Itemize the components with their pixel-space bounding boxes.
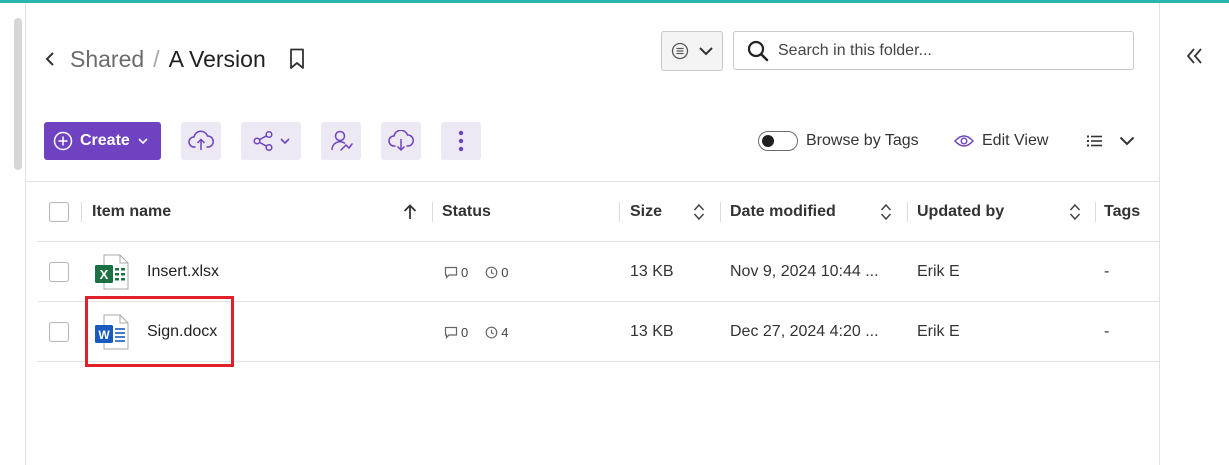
user-signature-icon: [331, 130, 353, 151]
filter-dropdown-button[interactable]: [661, 31, 723, 71]
chevron-down-icon: [699, 46, 713, 55]
breadcrumb-parent-link[interactable]: Shared: [70, 46, 144, 73]
versions-count[interactable]: 0: [485, 265, 508, 280]
view-mode-dropdown[interactable]: [1087, 128, 1135, 154]
column-separator: [81, 202, 82, 222]
more-actions-button[interactable]: [441, 122, 481, 160]
column-separator: [432, 202, 433, 222]
clock-icon: [485, 326, 498, 338]
eye-icon: [954, 135, 974, 147]
versions-count[interactable]: 4: [485, 325, 508, 340]
filter-list-icon: [671, 42, 689, 60]
scrollbar[interactable]: [14, 18, 22, 170]
column-header-size[interactable]: Size: [630, 182, 662, 242]
file-size: 13 KB: [630, 263, 674, 280]
sort-icon: [693, 203, 705, 221]
date-modified: Nov 9, 2024 10:44 ...: [730, 263, 879, 280]
breadcrumb: Shared / A Version: [40, 44, 308, 74]
sort-ascending-button[interactable]: [403, 182, 417, 242]
column-header-item-name[interactable]: Item name: [92, 182, 171, 242]
more-vertical-icon: [458, 130, 464, 152]
download-button[interactable]: [381, 122, 421, 160]
top-accent-line: [0, 0, 1229, 3]
chevron-down-icon: [138, 137, 148, 144]
sort-icon: [880, 203, 892, 221]
bookmark-button[interactable]: [286, 44, 308, 74]
column-header-date-modified[interactable]: Date modified: [730, 182, 836, 242]
excel-file-icon: X: [94, 242, 130, 302]
sort-date-button[interactable]: [880, 182, 892, 242]
column-header-status[interactable]: Status: [442, 182, 491, 242]
edit-view-label: Edit View: [982, 132, 1049, 149]
chevron-down-icon: [1119, 136, 1135, 146]
comment-icon: [444, 326, 458, 339]
comments-count[interactable]: 0: [444, 265, 468, 280]
browse-by-tags-toggle[interactable]: [758, 131, 798, 151]
search-input[interactable]: [778, 41, 1118, 60]
tags-value: -: [1104, 323, 1110, 340]
left-panel-border: [25, 3, 26, 465]
select-all-checkbox[interactable]: [49, 202, 69, 222]
date-modified: Dec 27, 2024 4:20 ...: [730, 323, 879, 340]
list-view-icon: [1087, 135, 1102, 147]
column-header-updated-by[interactable]: Updated by: [917, 182, 1004, 242]
chevron-down-icon: [280, 137, 290, 144]
share-dropdown-button[interactable]: [241, 122, 301, 160]
column-separator: [619, 202, 620, 222]
highlight-box: [85, 296, 234, 367]
page-title: A Version: [168, 45, 266, 72]
cloud-upload-icon: [188, 130, 214, 150]
table-header: Item name Status Size Date modified Upda…: [37, 182, 1159, 242]
comment-icon: [444, 266, 458, 279]
browse-by-tags-label: Browse by Tags: [806, 132, 919, 149]
breadcrumb-separator: /: [153, 45, 160, 72]
search-icon: [738, 32, 778, 69]
sort-icon: [1069, 203, 1081, 221]
tags-value: -: [1104, 263, 1110, 280]
back-button[interactable]: [40, 44, 60, 74]
file-name-link[interactable]: Insert.xlsx: [147, 242, 219, 302]
upload-button[interactable]: [181, 122, 221, 160]
share-icon: [253, 130, 273, 152]
updated-by: Erik E: [917, 323, 960, 340]
chevron-left-icon: [45, 52, 54, 66]
svg-text:X: X: [100, 267, 109, 282]
file-size: 13 KB: [630, 323, 674, 340]
column-separator: [720, 202, 721, 222]
row-checkbox[interactable]: [49, 262, 69, 282]
search-box: [733, 31, 1134, 70]
double-chevron-left-icon: [1186, 48, 1202, 64]
column-separator: [907, 202, 908, 222]
right-panel-border: [1159, 3, 1160, 465]
plus-circle-icon: [53, 131, 73, 151]
create-button[interactable]: Create: [44, 122, 161, 160]
table-row[interactable]: X Insert.xlsx 0 0 13 KB Nov 9, 2024 10:4…: [37, 242, 1159, 302]
edit-view-button[interactable]: Edit View: [954, 130, 1048, 152]
sort-updated-by-button[interactable]: [1069, 182, 1081, 242]
collapse-panel-button[interactable]: [1181, 42, 1209, 70]
cloud-download-icon: [388, 130, 414, 152]
updated-by: Erik E: [917, 263, 960, 280]
bookmark-icon: [289, 48, 304, 69]
sort-size-button[interactable]: [693, 182, 705, 242]
arrow-up-icon: [403, 204, 417, 219]
request-signature-button[interactable]: [321, 122, 361, 160]
row-checkbox[interactable]: [49, 322, 69, 342]
create-button-label: Create: [80, 132, 130, 149]
column-separator: [1095, 202, 1096, 222]
column-header-tags[interactable]: Tags: [1104, 182, 1140, 242]
browse-by-tags: Browse by Tags: [758, 130, 919, 152]
clock-icon: [485, 266, 498, 278]
comments-count[interactable]: 0: [444, 325, 468, 340]
